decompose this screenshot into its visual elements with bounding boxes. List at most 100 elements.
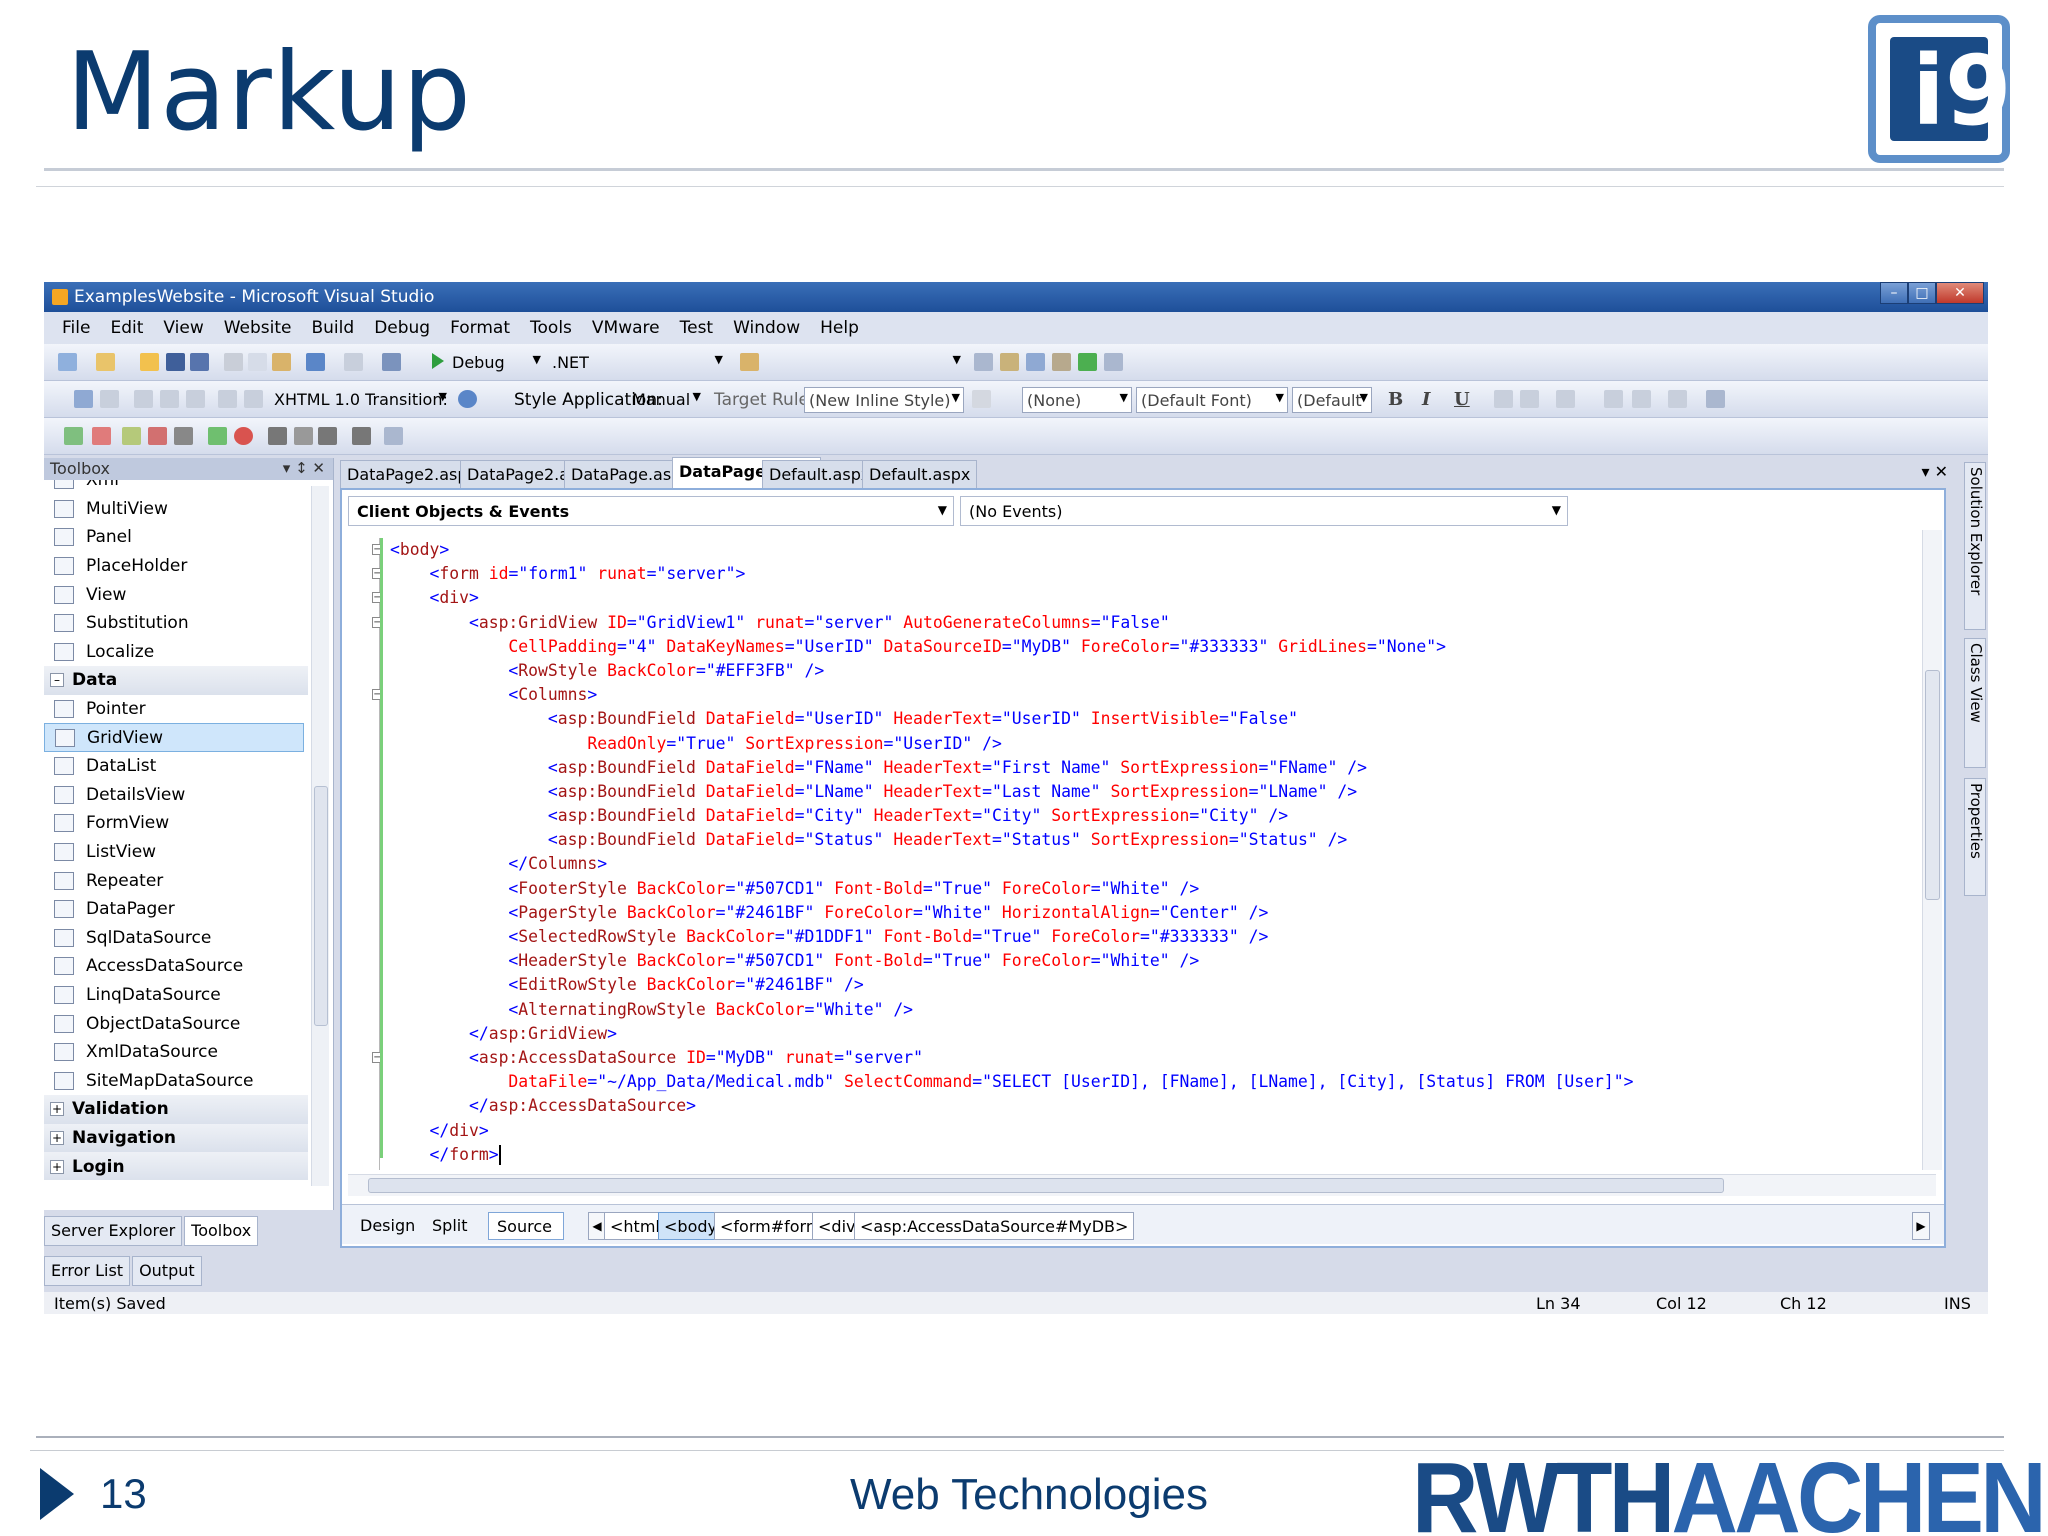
menu-format[interactable]: Format xyxy=(450,318,510,338)
dock-tab-class-view[interactable]: Class View xyxy=(1964,638,1986,768)
menu-help[interactable]: Help xyxy=(820,318,859,338)
view-design-button[interactable]: Design xyxy=(352,1212,423,1240)
clear-bookmarks-icon[interactable] xyxy=(352,427,371,445)
bullets-icon[interactable] xyxy=(1604,390,1623,408)
toolbox-item-sqldatasource[interactable]: SqlDataSource xyxy=(44,924,308,953)
uncomment-icon[interactable] xyxy=(244,390,263,408)
breakpoint-window-icon[interactable] xyxy=(122,427,141,445)
font-size-select[interactable]: (Default ▼ xyxy=(1292,387,1372,413)
toolbox-item-xml[interactable]: Xml xyxy=(44,480,308,495)
doctype-select[interactable]: XHTML 1.0 Transition: ▼ xyxy=(270,387,450,413)
toolbox-category-navigation[interactable]: + Navigation xyxy=(44,1123,308,1153)
toolbox-item-xmldatasource[interactable]: XmlDataSource xyxy=(44,1038,308,1067)
toolbox-item-multiview[interactable]: MultiView xyxy=(44,495,308,524)
underline-button[interactable]: U xyxy=(1454,389,1470,410)
css-properties-icon[interactable] xyxy=(100,390,119,408)
foreground-color-icon[interactable] xyxy=(1494,390,1513,408)
redo-icon[interactable] xyxy=(344,353,363,371)
scrollbar-thumb[interactable] xyxy=(314,786,328,1026)
solution-config-select[interactable]: Debug ▼ xyxy=(448,350,544,376)
stop-icon[interactable] xyxy=(234,427,253,445)
platform-select[interactable]: .NET ▼ xyxy=(548,350,726,376)
expand-icon[interactable]: + xyxy=(50,1159,64,1174)
toolbox-item-sitemapdatasource[interactable]: SiteMapDataSource xyxy=(44,1066,308,1095)
menu-window[interactable]: Window xyxy=(733,318,800,338)
toolbox-item-view[interactable]: View xyxy=(44,580,308,609)
doc-tab-default-aspx[interactable]: Default.aspx xyxy=(862,460,978,488)
toolbox-item-datapager[interactable]: DataPager xyxy=(44,895,308,924)
toolbox-scrollbar[interactable] xyxy=(311,486,329,1186)
toolbox-category-data[interactable]: – Data xyxy=(44,666,308,695)
window-layout-icon[interactable] xyxy=(1104,353,1123,371)
highlight-icon[interactable] xyxy=(1520,390,1539,408)
document-controls[interactable]: ▾ ✕ xyxy=(1921,462,1948,481)
view-split-button[interactable]: Split xyxy=(424,1212,475,1240)
validate-icon[interactable] xyxy=(458,390,477,408)
editor-horizontal-scrollbar[interactable] xyxy=(348,1174,1936,1196)
target-rule-select[interactable]: (New Inline Style) ▼ xyxy=(804,387,964,413)
toolbox-header-controls[interactable]: ▾ ↕ ✕ xyxy=(283,459,325,477)
image-icon[interactable] xyxy=(1706,390,1725,408)
editor-vertical-scrollbar[interactable] xyxy=(1922,530,1942,1170)
delete-breakpoints-icon[interactable] xyxy=(148,427,167,445)
find-in-files-icon[interactable] xyxy=(740,353,759,371)
css-icon[interactable] xyxy=(74,390,93,408)
toolbox-item-panel[interactable]: Panel xyxy=(44,523,308,552)
save-icon[interactable] xyxy=(166,353,185,371)
toolbox-item-pointer[interactable]: Pointer xyxy=(44,695,308,724)
continue-icon[interactable] xyxy=(208,427,227,445)
comment-icon[interactable] xyxy=(218,390,237,408)
menu-debug[interactable]: Debug xyxy=(374,318,430,338)
toolbox-category-login[interactable]: + Login xyxy=(44,1152,308,1180)
menu-tools[interactable]: Tools xyxy=(530,318,572,338)
expand-icon[interactable]: + xyxy=(50,1102,64,1117)
scrollbar-thumb[interactable] xyxy=(1925,670,1940,900)
step-into-icon[interactable] xyxy=(64,427,83,445)
hyperlink-icon[interactable] xyxy=(1668,390,1687,408)
copy-icon[interactable] xyxy=(248,353,267,371)
open-icon[interactable] xyxy=(140,353,159,371)
justify-icon[interactable] xyxy=(1556,390,1575,408)
next-bookmark-icon[interactable] xyxy=(294,427,313,445)
toolbox-item-objectdatasource[interactable]: ObjectDataSource xyxy=(44,1009,308,1038)
close-button[interactable]: ✕ xyxy=(1936,282,1984,304)
toolbox-item-gridview[interactable]: GridView xyxy=(44,723,304,752)
bold-button[interactable]: B xyxy=(1388,389,1403,410)
italic-button[interactable]: I xyxy=(1422,389,1430,410)
view-source-button[interactable]: Source xyxy=(488,1212,564,1240)
step-over-icon[interactable] xyxy=(92,427,111,445)
menu-edit[interactable]: Edit xyxy=(110,318,143,338)
toolbox-item-linqdatasource[interactable]: LinqDataSource xyxy=(44,981,308,1010)
prev-bookmark-icon[interactable] xyxy=(318,427,337,445)
toolbox-item-formview[interactable]: FormView xyxy=(44,809,308,838)
tab-toolbox[interactable]: Toolbox xyxy=(184,1216,259,1246)
toolbox-item-localize[interactable]: Localize xyxy=(44,638,308,667)
dock-tab-solution-explorer[interactable]: Solution Explorer xyxy=(1964,462,1986,630)
bookmark-icon[interactable] xyxy=(268,427,287,445)
dock-tab-properties[interactable]: Properties xyxy=(1964,778,1986,896)
indent-icon[interactable] xyxy=(160,390,179,408)
maximize-button[interactable]: □ xyxy=(1908,282,1936,304)
chevron-right-icon[interactable]: ▶ xyxy=(1912,1212,1930,1240)
expand-icon[interactable]: + xyxy=(50,1130,64,1145)
toolbox-item-detailsview[interactable]: DetailsView xyxy=(44,781,308,810)
toolbox-item-listview[interactable]: ListView xyxy=(44,838,308,867)
menu-test[interactable]: Test xyxy=(680,318,713,338)
menu-website[interactable]: Website xyxy=(224,318,292,338)
toolbox-item-repeater[interactable]: Repeater xyxy=(44,866,308,895)
minimize-button[interactable]: – xyxy=(1880,282,1908,304)
solution-explorer-icon[interactable] xyxy=(974,353,993,371)
toolbox-item-datalist[interactable]: DataList xyxy=(44,752,308,781)
cut-icon[interactable] xyxy=(224,353,243,371)
save-all-icon[interactable] xyxy=(190,353,209,371)
numbering-icon[interactable] xyxy=(1632,390,1651,408)
code-area[interactable]: −−−−−−− <body> <form id="form1" runat="s… xyxy=(348,530,1910,1170)
new-project-icon[interactable] xyxy=(58,353,77,371)
tab-error-list[interactable]: Error List xyxy=(44,1256,131,1286)
tab-output[interactable]: Output xyxy=(132,1256,202,1286)
object-browser-icon[interactable] xyxy=(1026,353,1045,371)
menu-file[interactable]: File xyxy=(62,318,90,338)
menu-build[interactable]: Build xyxy=(312,318,355,338)
toolbox-item-placeholder[interactable]: PlaceHolder xyxy=(44,552,308,581)
disable-breakpoints-icon[interactable] xyxy=(174,427,193,445)
